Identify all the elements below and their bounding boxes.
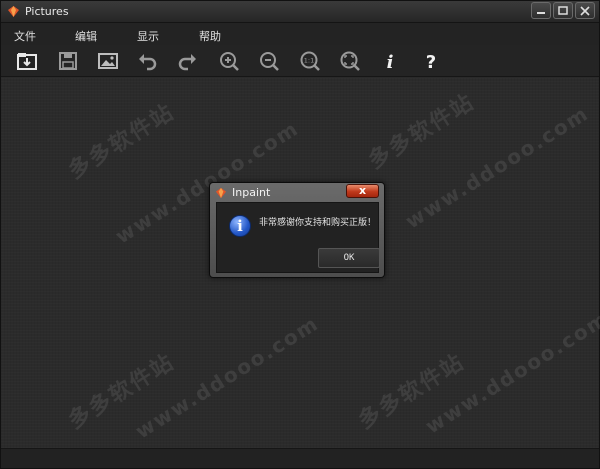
maximize-button[interactable] <box>553 2 573 19</box>
dialog-title: Inpaint <box>232 186 271 199</box>
app-logo-icon <box>8 6 19 17</box>
svg-text:1:1: 1:1 <box>304 57 314 65</box>
watermark-url: www.ddooo.com <box>131 310 324 444</box>
minimize-button[interactable] <box>531 2 551 19</box>
info-icon[interactable]: i <box>378 49 402 73</box>
save-icon[interactable] <box>56 49 80 73</box>
window-title: Pictures <box>25 5 69 18</box>
information-icon: i <box>229 215 251 237</box>
dialog-close-button[interactable]: x <box>346 184 379 198</box>
menu-file[interactable]: 文件 <box>14 28 36 44</box>
watermark-text: 多多软件站 <box>364 89 480 175</box>
status-bar <box>1 448 599 468</box>
image-icon[interactable] <box>96 49 120 73</box>
zoom-in-icon[interactable] <box>217 49 241 73</box>
title-bar[interactable]: Pictures <box>1 1 599 23</box>
app-logo-icon <box>215 187 227 199</box>
svg-text:i: i <box>387 52 394 73</box>
menu-edit[interactable]: 编辑 <box>75 28 97 44</box>
watermark-url: www.ddooo.com <box>421 305 600 439</box>
zoom-out-icon[interactable] <box>257 49 281 73</box>
undo-icon[interactable] <box>135 49 159 73</box>
menu-help[interactable]: 帮助 <box>199 28 221 44</box>
close-icon: x <box>359 184 367 197</box>
menu-bar: 文件 编辑 显示 帮助 <box>1 23 599 45</box>
dialog-body: i 非常感谢你支持和购买正版！ OK <box>216 202 380 273</box>
help-icon[interactable]: ? <box>419 49 443 73</box>
watermark-url: www.ddooo.com <box>401 100 594 234</box>
watermark-text: 多多软件站 <box>64 99 180 185</box>
open-icon[interactable] <box>15 49 39 73</box>
fit-to-window-icon[interactable] <box>338 49 362 73</box>
watermark-text: 多多软件站 <box>64 349 180 435</box>
close-button[interactable] <box>575 2 595 19</box>
dialog-message: 非常感谢你支持和购买正版！ <box>259 218 377 228</box>
svg-text:?: ? <box>426 52 436 73</box>
watermark-text: 多多软件站 <box>354 349 470 435</box>
redo-icon[interactable] <box>176 49 200 73</box>
actual-size-icon[interactable]: 1:1 <box>298 49 322 73</box>
ok-button[interactable]: OK <box>318 248 380 268</box>
message-dialog: Inpaint x i 非常感谢你支持和购买正版！ OK <box>209 182 385 278</box>
toolbar: 1:1 i ? <box>1 45 599 77</box>
menu-view[interactable]: 显示 <box>137 28 159 44</box>
